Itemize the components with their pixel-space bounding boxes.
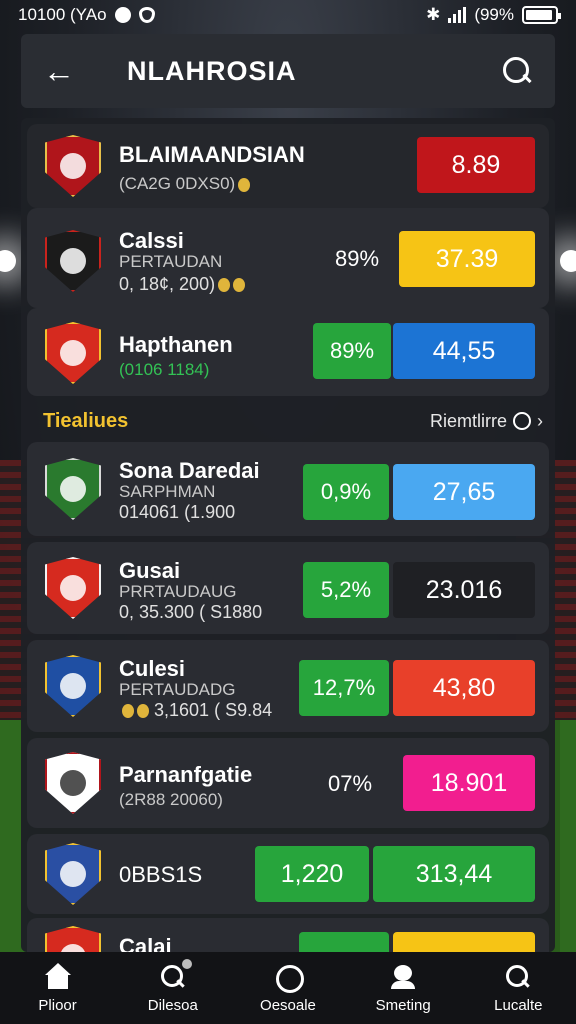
team-stats: 0, 18¢, 200) xyxy=(119,274,246,295)
nav-item-plioor[interactable]: Plioor xyxy=(8,962,108,1014)
team-crest-icon xyxy=(45,557,101,619)
team-crest-icon xyxy=(45,843,101,905)
odds-box[interactable]: 27,65 xyxy=(393,464,535,520)
odds-box[interactable]: 23.016 xyxy=(393,562,535,618)
search-icon[interactable] xyxy=(501,55,533,87)
nav-label: Plioor xyxy=(38,996,77,1014)
floodlight-right xyxy=(560,250,576,272)
team-sub: PRRTAUDAUG xyxy=(119,582,237,601)
team-name: Culesi xyxy=(119,656,186,681)
team-crest-icon xyxy=(45,230,101,292)
team-name: Gusai xyxy=(119,558,181,583)
home-icon xyxy=(43,962,73,991)
team-stats: 014061 (1.900 xyxy=(119,502,236,522)
section-header: Tiealiues Riemtlirre › xyxy=(43,406,543,436)
back-arrow-icon[interactable]: ← xyxy=(43,53,83,90)
odds-box[interactable]: 313,44 xyxy=(373,846,535,902)
section-link[interactable]: Riemtlirre › xyxy=(430,411,543,432)
team-sub: (0106 1184) xyxy=(119,360,210,379)
percentage-box[interactable]: 5,2% xyxy=(303,562,389,618)
odds-box[interactable]: 44,55 xyxy=(393,323,535,379)
bluetooth-icon: ✱ xyxy=(426,5,441,24)
app-header: ← NLAHROSIA xyxy=(21,34,555,108)
percentage-box[interactable]: 12,7% xyxy=(299,660,389,716)
team-name: Calssi xyxy=(119,228,184,253)
percentage-box[interactable]: 1,220 xyxy=(255,846,369,902)
signal-icon xyxy=(448,7,467,23)
team-crest-icon xyxy=(45,926,101,952)
clock-icon xyxy=(513,412,531,430)
shield-icon xyxy=(138,7,155,23)
team-name: BLAIMAANDSIAN xyxy=(119,142,305,167)
team-sub: SARPHMAN xyxy=(119,482,216,501)
list-item[interactable]: 0BBS1S 1,220 313,44 xyxy=(27,834,549,914)
team-name: Calai xyxy=(119,934,172,952)
team-sub: (CA2G 0DXS0) xyxy=(119,174,251,194)
odds-box[interactable] xyxy=(393,932,535,952)
notification-dot-icon xyxy=(114,7,131,23)
list-item[interactable]: Sona Daredai SARPHMAN 014061 (1.900 0,9%… xyxy=(27,442,549,536)
person-icon xyxy=(388,963,418,991)
coin-icon xyxy=(238,177,251,192)
team-stats: 3,1601 ( S9.84 xyxy=(119,700,272,721)
match-list-panel: BLAIMAANDSIAN (CA2G 0DXS0) 8.89 Calssi P… xyxy=(21,118,555,952)
search-icon xyxy=(158,958,192,991)
nav-item-smeting[interactable]: Smeting xyxy=(353,963,453,1014)
chevron-right-icon: › xyxy=(537,410,543,431)
list-item[interactable]: Calai xyxy=(27,918,549,952)
team-stats: 0, 35.300 ( S1880 xyxy=(119,602,263,622)
list-item[interactable]: Hapthanen (0106 1184) 89% 44,55 xyxy=(27,308,549,396)
floodlight-left xyxy=(0,250,16,272)
battery-percent: (99% xyxy=(474,5,514,24)
list-item[interactable]: Calssi PERTAUDAN 0, 18¢, 200) 89% 37.39 xyxy=(27,208,549,308)
odds-box[interactable]: 8.89 xyxy=(417,137,535,193)
team-name: Sona Daredai xyxy=(119,458,260,483)
percentage-value: 89% xyxy=(334,246,380,271)
nav-item-dilesoa[interactable]: Dilesoa xyxy=(123,958,223,1014)
search-icon xyxy=(503,963,533,991)
nav-item-lucalte[interactable]: Lucalte xyxy=(468,963,568,1014)
odds-box[interactable]: 18.901 xyxy=(403,755,535,811)
odds-box[interactable]: 37.39 xyxy=(399,231,535,287)
list-item[interactable]: Culesi PERTAUDADG 3,1601 ( S9.84 12,7% 4… xyxy=(27,640,549,732)
team-crest-icon xyxy=(45,752,101,814)
list-item[interactable]: Gusai PRRTAUDAUG 0, 35.300 ( S1880 5,2% … xyxy=(27,542,549,634)
percentage-value: 07% xyxy=(327,771,373,796)
team-crest-icon xyxy=(45,135,101,197)
percentage-box[interactable]: 0,9% xyxy=(303,464,389,520)
nav-label: Lucalte xyxy=(494,996,543,1014)
bottom-nav: Plioor Dilesoa Oesoale Smeting Lucalte xyxy=(0,952,576,1024)
percentage-box[interactable] xyxy=(299,932,389,952)
team-name: 0BBS1S xyxy=(119,862,203,887)
nav-label: Smeting xyxy=(375,996,431,1014)
page-title: NLAHROSIA xyxy=(127,55,297,86)
team-sub: PERTAUDADG xyxy=(119,680,236,699)
odds-box[interactable]: 43,80 xyxy=(393,660,535,716)
team-crest-icon xyxy=(45,458,101,520)
section-title: Tiealiues xyxy=(43,409,129,432)
status-time: 10100 (YAo xyxy=(18,5,107,24)
team-crest-icon xyxy=(45,655,101,717)
team-name: Hapthanen xyxy=(119,332,233,357)
team-crest-icon xyxy=(45,322,101,384)
circle-icon xyxy=(273,963,304,993)
team-sub: PERTAUDAN xyxy=(119,252,223,271)
nav-label: Oesoale xyxy=(260,996,316,1014)
nav-label: Dilesoa xyxy=(147,996,198,1014)
list-item[interactable]: BLAIMAANDSIAN (CA2G 0DXS0) 8.89 xyxy=(27,124,549,208)
team-name: Parnanfgatie xyxy=(119,762,253,787)
team-sub: (2R88 20060) xyxy=(119,790,223,809)
status-bar: 10100 (YAo ✱ (99% xyxy=(0,0,576,30)
nav-item-oesoale[interactable]: Oesoale xyxy=(238,963,338,1014)
battery-icon xyxy=(522,6,561,24)
percentage-box[interactable]: 89% xyxy=(313,323,391,379)
list-item[interactable]: Parnanfgatie (2R88 20060) 07% 18.901 xyxy=(27,738,549,828)
